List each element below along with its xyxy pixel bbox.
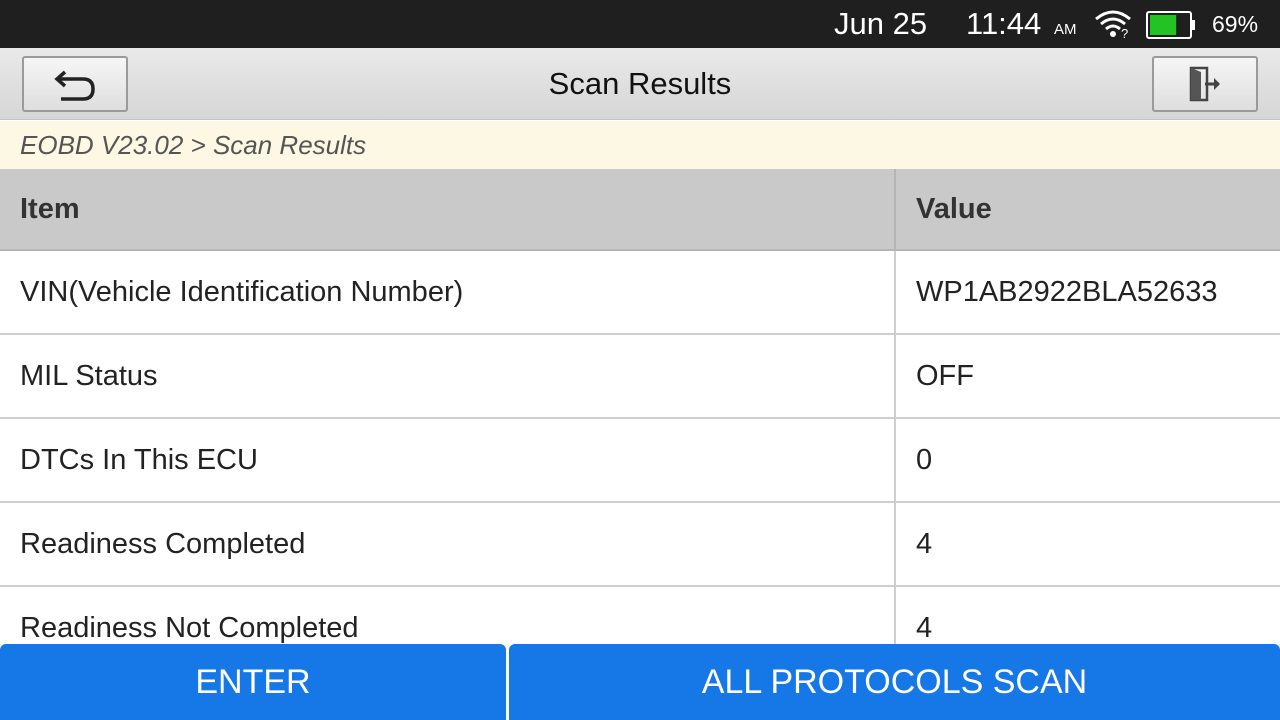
row-value: OFF bbox=[916, 359, 974, 392]
row-value: 4 bbox=[916, 527, 933, 560]
row-item: MIL Status bbox=[0, 335, 896, 417]
row-value: 0 bbox=[916, 443, 933, 476]
header-item: Item bbox=[0, 169, 896, 249]
wifi-icon: ? bbox=[1095, 10, 1131, 39]
bottom-action-bar: ENTER ALL PROTOCOLS SCAN bbox=[0, 644, 1280, 720]
page-title: Scan Results bbox=[548, 66, 732, 101]
back-arrow-icon bbox=[54, 70, 95, 101]
status-ampm: AM bbox=[1054, 21, 1077, 38]
exit-button[interactable] bbox=[1152, 56, 1258, 112]
status-bar: Jun 25 11:44 AM ? 69% bbox=[0, 0, 1280, 48]
title-bar: Scan Results bbox=[0, 48, 1280, 120]
table-row[interactable]: Readiness Completed 4 bbox=[0, 503, 1280, 587]
battery-icon bbox=[1146, 11, 1195, 39]
back-button[interactable] bbox=[22, 56, 128, 112]
table-row[interactable]: VIN(Vehicle Identification Number) WP1AB… bbox=[0, 251, 1280, 335]
table-row[interactable]: Readiness Not Completed 4 bbox=[0, 587, 1280, 644]
row-value: 4 bbox=[916, 611, 933, 644]
status-date: Jun 25 bbox=[834, 6, 928, 41]
breadcrumb: EOBD V23.02 > Scan Results bbox=[0, 121, 1280, 169]
row-item: Readiness Completed bbox=[0, 503, 896, 585]
battery-percent: 69% bbox=[1212, 11, 1259, 37]
svg-text:?: ? bbox=[1121, 26, 1128, 39]
table-header-row: Item Value bbox=[0, 169, 1280, 251]
enter-button[interactable]: ENTER bbox=[0, 644, 506, 720]
exit-door-icon bbox=[1189, 66, 1220, 102]
table-row[interactable]: MIL Status OFF bbox=[0, 335, 1280, 419]
row-item: VIN(Vehicle Identification Number) bbox=[0, 251, 896, 333]
row-item: Readiness Not Completed bbox=[0, 587, 896, 644]
table-row[interactable]: DTCs In This ECU 0 bbox=[0, 419, 1280, 503]
all-protocols-scan-button[interactable]: ALL PROTOCOLS SCAN bbox=[509, 644, 1280, 720]
status-time: 11:44 bbox=[966, 6, 1042, 41]
row-value: WP1AB2922BLA52633 bbox=[916, 275, 1218, 308]
row-item: DTCs In This ECU bbox=[0, 419, 896, 501]
results-table: Item Value VIN(Vehicle Identification Nu… bbox=[0, 169, 1280, 644]
header-value: Value bbox=[916, 192, 992, 225]
